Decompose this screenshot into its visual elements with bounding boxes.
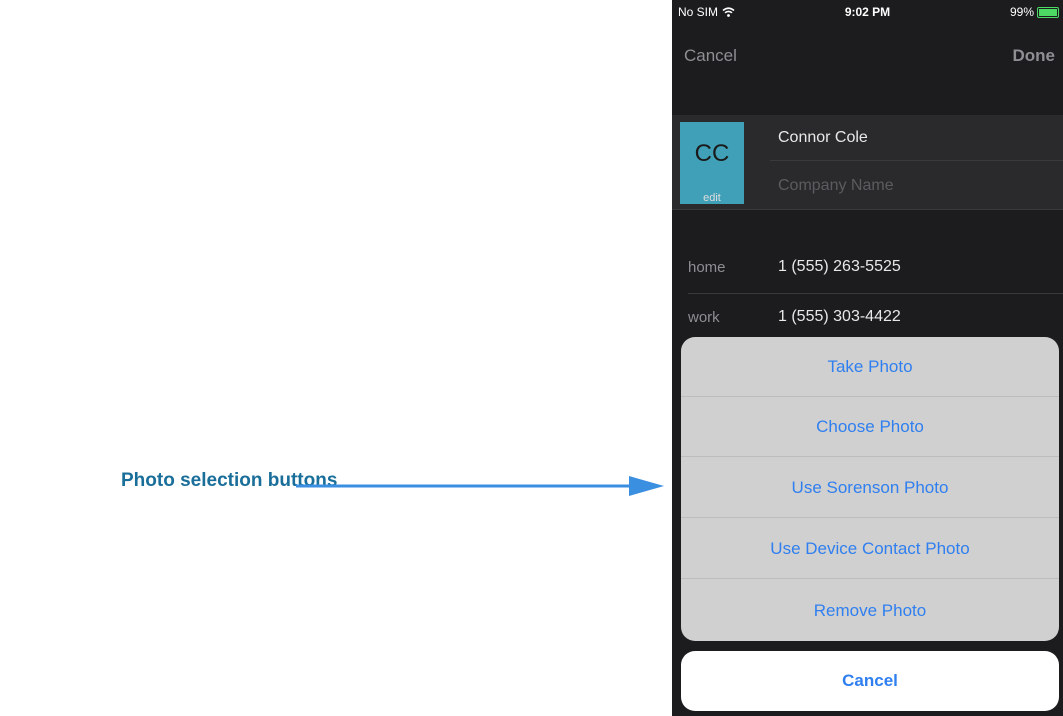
remove-photo-button[interactable]: Remove Photo (681, 581, 1059, 641)
avatar-edit-label: edit (703, 192, 721, 204)
status-right: 99% (1010, 5, 1059, 19)
nav-cancel-button[interactable]: Cancel (684, 46, 737, 66)
use-sorenson-photo-button[interactable]: Use Sorenson Photo (681, 458, 1059, 518)
phone-number: 1 (555) 263-5525 (778, 258, 901, 275)
phone-label: home (688, 259, 726, 276)
company-name-field[interactable]: Company Name (778, 177, 894, 195)
phone-row-home[interactable]: home 1 (555) 263-5525 (672, 245, 1063, 293)
avatar-initials: CC (694, 140, 730, 167)
use-device-contact-photo-button[interactable]: Use Device Contact Photo (681, 519, 1059, 579)
avatar[interactable]: CC edit (680, 122, 744, 204)
status-bar: No SIM 9:02 PM 99% (672, 0, 1063, 26)
photo-action-sheet: Take Photo Choose Photo Use Sorenson Pho… (681, 337, 1059, 641)
phone-number: 1 (555) 303-4422 (778, 308, 901, 325)
phone-row-work[interactable]: work 1 (555) 303-4422 (672, 295, 1063, 343)
callout-arrow-icon (296, 476, 664, 496)
battery-percent: 99% (1009, 5, 1034, 19)
phone-screen: No SIM 9:02 PM 99% Cancel Done CC edit C… (672, 0, 1063, 716)
contact-name-field[interactable]: Connor Cole (778, 129, 868, 147)
divider (688, 293, 1063, 294)
sheet-cancel-button[interactable]: Cancel (681, 651, 1059, 711)
nav-done-button[interactable]: Done (1013, 46, 1056, 66)
take-photo-button[interactable]: Take Photo (681, 337, 1059, 397)
phone-label: work (688, 309, 720, 326)
battery-icon (1037, 6, 1059, 18)
choose-photo-button[interactable]: Choose Photo (681, 397, 1059, 457)
divider (770, 160, 1063, 161)
divider (672, 209, 1063, 210)
status-time: 9:02 PM (844, 5, 891, 19)
